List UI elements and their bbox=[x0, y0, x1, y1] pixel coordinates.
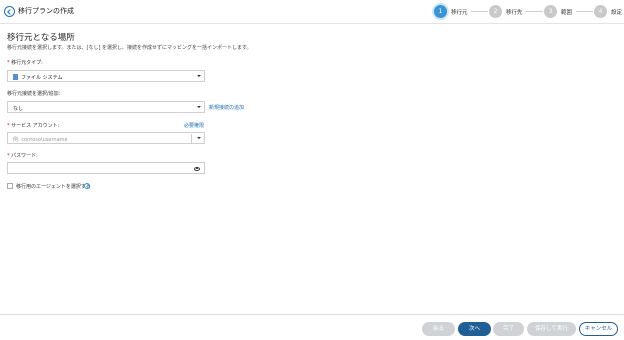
service-account-placeholder: 例: contoso\username bbox=[13, 137, 68, 143]
agent-checkbox[interactable] bbox=[7, 183, 13, 189]
file-icon bbox=[13, 73, 18, 80]
connection-value: なし bbox=[13, 106, 24, 112]
cancel-button[interactable]: キャンセル bbox=[579, 322, 618, 336]
info-icon[interactable]: i bbox=[84, 182, 90, 189]
service-account-input[interactable]: 例: contoso\username bbox=[7, 132, 205, 144]
step-connector bbox=[526, 11, 543, 12]
agent-checkbox-label: 移行用のエージェントを選択する bbox=[16, 184, 91, 190]
add-connection-link[interactable]: 新規接続の追加 bbox=[209, 104, 244, 111]
chevron-down-icon[interactable] bbox=[197, 137, 201, 139]
password-input[interactable] bbox=[7, 162, 205, 174]
source-type-label: * 移行元タイプ: bbox=[7, 60, 43, 66]
chevron-down-icon bbox=[197, 106, 201, 108]
step-number: 4 bbox=[594, 5, 607, 18]
footer-bar: 戻る 次へ 完了 保存して実行 キャンセル bbox=[0, 314, 624, 340]
section-heading: 移行元となる場所 bbox=[7, 33, 75, 43]
save-and-run-button[interactable]: 保存して実行 bbox=[527, 322, 576, 336]
step-label: 移行元 bbox=[451, 10, 468, 16]
step-label: 移行先 bbox=[506, 10, 523, 16]
connection-select[interactable]: なし bbox=[7, 101, 205, 113]
next-button[interactable]: 次へ bbox=[458, 322, 491, 336]
step-label: 設定 bbox=[611, 10, 623, 16]
eye-icon[interactable] bbox=[194, 166, 200, 171]
source-type-value: ファイル システム bbox=[21, 75, 63, 81]
chevron-down-icon bbox=[197, 75, 201, 77]
step-number: 1 bbox=[434, 5, 447, 18]
source-type-select[interactable]: ファイル システム bbox=[7, 70, 205, 82]
step-connector bbox=[576, 11, 593, 12]
step-number: 3 bbox=[544, 5, 557, 18]
page-title: 移行プランの作成 bbox=[18, 7, 74, 15]
back-arrow-icon[interactable] bbox=[4, 6, 15, 17]
connection-label: 移行元接続を選択/追加: bbox=[7, 91, 61, 97]
step-label: 範囲 bbox=[561, 10, 573, 16]
section-description: 移行元接続を選択します。または、[なし] を選択し、接続を作成せずにマッピングを… bbox=[7, 45, 252, 51]
top-bar: 移行プランの作成 1 移行元 2 移行先 3 範囲 4 設定 bbox=[0, 0, 624, 24]
step-number: 2 bbox=[489, 5, 502, 18]
step-connector bbox=[471, 11, 488, 12]
finish-button[interactable]: 完了 bbox=[493, 322, 524, 336]
password-label: * パスワード: bbox=[7, 153, 38, 159]
dropdown-divider bbox=[191, 134, 192, 143]
service-account-label: * サービス アカウント: bbox=[7, 123, 60, 129]
required-permissions-link[interactable]: 必要権限 bbox=[184, 122, 204, 129]
back-button[interactable]: 戻る bbox=[422, 322, 455, 336]
